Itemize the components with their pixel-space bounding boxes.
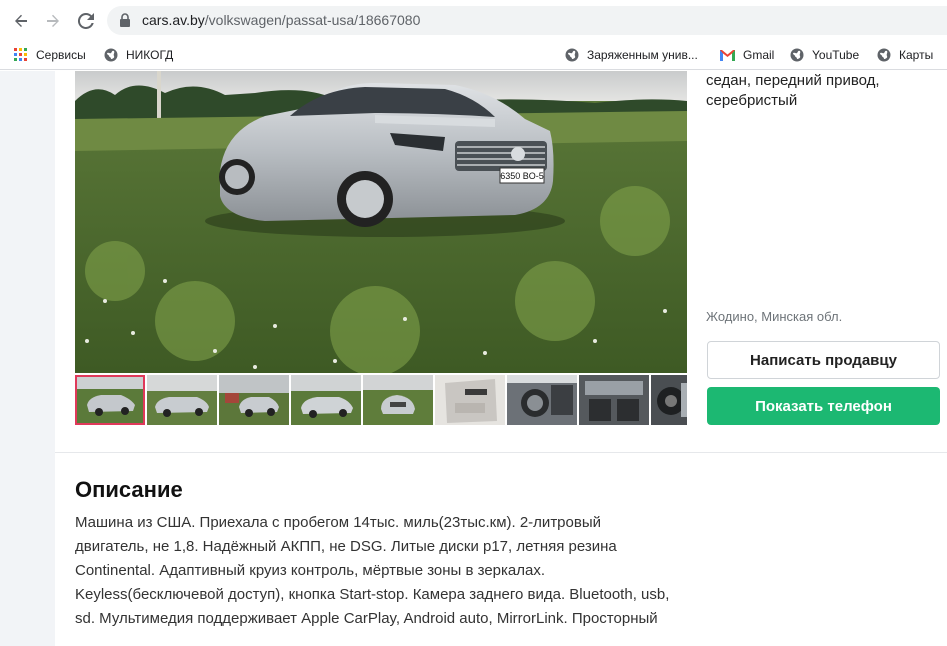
car-photo-image: 6350 BO-5 — [75, 71, 687, 373]
bookmark-charged-universal[interactable]: Заряженным унив... — [565, 45, 698, 65]
seller-location: Жодино, Минская обл. — [706, 309, 843, 324]
back-arrow-icon — [15, 14, 27, 27]
bookmark-gmail[interactable]: Gmail — [720, 45, 774, 65]
bookmark-label: Сервисы — [36, 48, 86, 62]
bookmark-nikogd[interactable]: НИКОГД — [104, 45, 173, 65]
description-title: Описание — [75, 477, 183, 502]
globe-icon — [104, 48, 118, 62]
bookmark-label: Заряженным унив... — [587, 48, 698, 62]
address-bar[interactable]: cars.av.by/volkswagen/passat-usa/1866708… — [107, 6, 947, 35]
description-line: Continental. Адаптивный круиз контроль, … — [75, 562, 546, 579]
license-plate-text: 6350 BO-5 — [500, 171, 544, 181]
page-background: 6350 BO-5 седан, передний привод, серебр… — [0, 71, 947, 646]
thumbnail-8[interactable] — [579, 375, 649, 425]
bookmark-services[interactable]: Сервисы — [14, 45, 86, 65]
thumbnail-9[interactable] — [651, 375, 687, 425]
back-button[interactable] — [8, 8, 34, 34]
section-divider — [55, 452, 947, 453]
globe-icon — [565, 48, 579, 62]
browser-toolbar: cars.av.by/volkswagen/passat-usa/1866708… — [0, 0, 947, 40]
thumbnail-6[interactable] — [435, 375, 505, 425]
bookmark-label: Карты — [899, 48, 934, 62]
thumbnail-4[interactable] — [291, 375, 361, 425]
bookmark-label: Gmail — [743, 48, 775, 62]
gmail-icon — [720, 49, 735, 61]
apps-grid-icon — [14, 48, 28, 62]
bookmark-label: YouTube — [812, 48, 860, 62]
bookmarks-bar: Сервисы НИКОГД Заряженным унив... Gmail … — [0, 40, 947, 70]
reload-button[interactable] — [73, 8, 99, 34]
url-text: cars.av.by/volkswagen/passat-usa/1866708… — [142, 12, 420, 28]
thumbnail-3[interactable] — [219, 375, 289, 425]
globe-icon — [790, 48, 804, 62]
lock-icon — [120, 13, 130, 27]
forward-button[interactable] — [40, 8, 66, 34]
reload-icon — [78, 13, 94, 29]
main-photo[interactable]: 6350 BO-5 — [75, 71, 687, 373]
description-line: Keyless(бесключевой доступ), кнопка Star… — [75, 586, 670, 603]
listing-card: 6350 BO-5 седан, передний привод, серебр… — [55, 71, 947, 646]
url-path: /volkswagen/passat-usa/18667080 — [204, 12, 421, 28]
bookmark-maps[interactable]: Карты — [877, 45, 933, 65]
description-text: Машина из США. Приехала с пробегом 14тыс… — [75, 511, 700, 631]
url-host: cars.av.by — [142, 12, 205, 28]
bookmark-youtube[interactable]: YouTube — [790, 45, 859, 65]
summary-line-1: седан, передний привод, — [706, 72, 880, 89]
show-phone-button[interactable]: Показать телефон — [707, 387, 940, 425]
thumbnail-5[interactable] — [363, 375, 433, 425]
bookmark-label: НИКОГД — [126, 48, 174, 62]
car-summary: седан, передний привод, серебристый — [706, 71, 880, 111]
thumbnail-7[interactable] — [507, 375, 577, 425]
thumbnail-strip — [75, 375, 687, 425]
write-seller-button[interactable]: Написать продавцу — [707, 341, 940, 379]
thumbnail-2[interactable] — [147, 375, 217, 425]
description-line: sd. Мультимедия поддерживает Apple CarPl… — [75, 610, 658, 627]
description-line: двигатель, не 1,8. Надёжный АКПП, не DSG… — [75, 538, 617, 555]
summary-line-2: серебристый — [706, 92, 798, 109]
globe-icon — [877, 48, 891, 62]
description-line: Машина из США. Приехала с пробегом 14тыс… — [75, 514, 601, 531]
forward-arrow-icon — [47, 14, 59, 27]
thumbnail-1[interactable] — [75, 375, 145, 425]
